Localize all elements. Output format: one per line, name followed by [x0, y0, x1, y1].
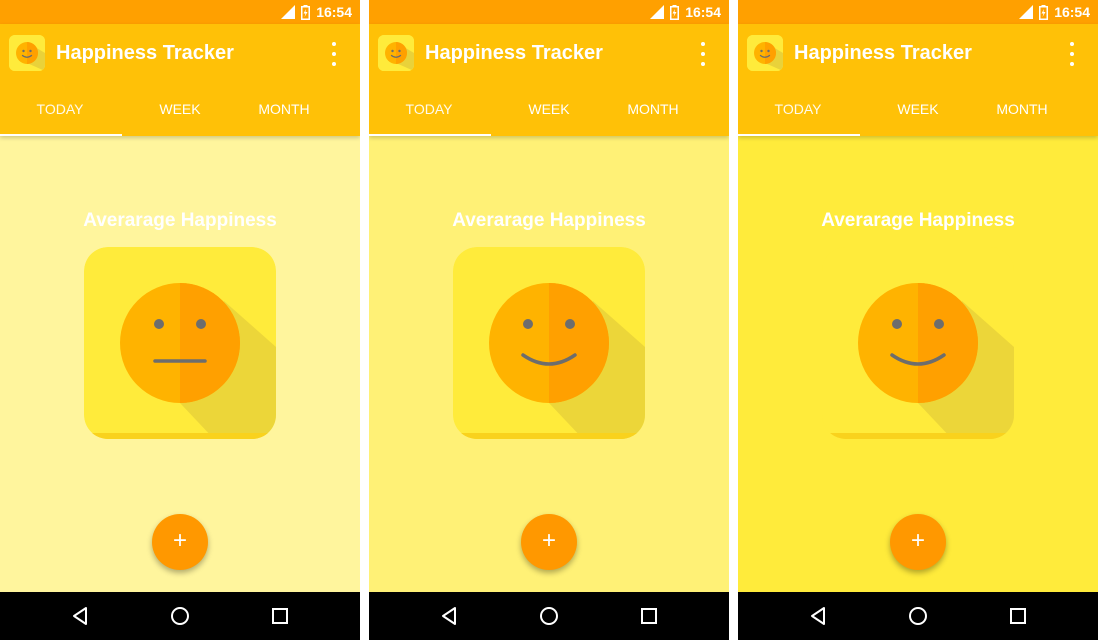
add-icon: +	[172, 527, 187, 554]
status-time: 16:54	[316, 4, 352, 20]
phone-screen-3: 16:54 Happiness Tracker TODAY WEEK MONTH	[738, 0, 1098, 640]
status-time: 16:54	[685, 4, 721, 20]
add-icon: +	[910, 527, 925, 554]
tab-bar: TODAY WEEK MONTH	[0, 86, 360, 136]
average-happiness-heading: Averarage Happiness	[83, 210, 277, 231]
recents-icon[interactable]	[268, 604, 292, 628]
more-vert-icon[interactable]	[1060, 40, 1084, 68]
more-vert-icon[interactable]	[322, 40, 346, 68]
phone-screen-1: 16:54 Happiness Tracker TODAY WEEK MONTH	[0, 0, 360, 640]
tab-indicator	[0, 134, 122, 136]
app-title: Happiness Tracker	[56, 42, 234, 64]
tab-indicator	[738, 134, 860, 136]
app-title: Happiness Tracker	[794, 42, 972, 64]
app-bar: Happiness Tracker TODAY WEEK MONTH	[369, 24, 729, 136]
status-time: 16:54	[1054, 4, 1090, 20]
app-logo-icon	[9, 35, 45, 71]
tab-today[interactable]: TODAY	[369, 86, 489, 136]
battery-charging-icon	[670, 4, 680, 20]
app-logo-icon	[747, 35, 783, 71]
app-bar: Happiness Tracker TODAY WEEK MONTH	[0, 24, 360, 136]
back-icon[interactable]	[437, 604, 461, 628]
mood-tile-happy	[822, 247, 1014, 439]
tab-week[interactable]: WEEK	[858, 86, 978, 136]
average-happiness-heading: Averarage Happiness	[452, 210, 646, 231]
tab-bar: TODAY WEEK MONTH	[369, 86, 729, 136]
app-logo-icon	[378, 35, 414, 71]
back-icon[interactable]	[806, 604, 830, 628]
system-nav-bar	[738, 592, 1098, 640]
recents-icon[interactable]	[1006, 604, 1030, 628]
signal-icon	[650, 5, 665, 19]
home-icon[interactable]	[537, 604, 561, 628]
back-icon[interactable]	[68, 604, 92, 628]
phone-screen-2: 16:54 Happiness Tracker TODAY WEEK MONTH	[369, 0, 729, 640]
signal-icon	[281, 5, 296, 19]
tab-week[interactable]: WEEK	[120, 86, 240, 136]
signal-icon	[1019, 5, 1034, 19]
home-icon[interactable]	[906, 604, 930, 628]
recents-icon[interactable]	[637, 604, 661, 628]
battery-charging-icon	[301, 4, 311, 20]
screens-container: 16:54 Happiness Tracker TODAY WEEK MONTH	[0, 0, 1098, 640]
add-mood-fab[interactable]: +	[521, 514, 577, 570]
tab-bar: TODAY WEEK MONTH	[738, 86, 1098, 136]
content-area: Averarage Happiness +	[0, 136, 360, 592]
tab-month[interactable]: MONTH	[962, 86, 1082, 136]
average-happiness-heading: Averarage Happiness	[821, 210, 1015, 231]
app-title: Happiness Tracker	[425, 42, 603, 64]
tab-today[interactable]: TODAY	[738, 86, 858, 136]
home-icon[interactable]	[168, 604, 192, 628]
tab-today[interactable]: TODAY	[0, 86, 120, 136]
mood-tile-happy	[453, 247, 645, 439]
more-vert-icon[interactable]	[691, 40, 715, 68]
app-bar: Happiness Tracker TODAY WEEK MONTH	[738, 24, 1098, 136]
content-area: Averarage Happiness +	[738, 136, 1098, 592]
tab-indicator	[369, 134, 491, 136]
add-icon: +	[541, 527, 556, 554]
add-mood-fab[interactable]: +	[890, 514, 946, 570]
tab-month[interactable]: MONTH	[224, 86, 344, 136]
tab-month[interactable]: MONTH	[593, 86, 713, 136]
tab-week[interactable]: WEEK	[489, 86, 609, 136]
system-nav-bar	[369, 592, 729, 640]
status-bar: 16:54	[0, 0, 360, 24]
status-bar: 16:54	[738, 0, 1098, 24]
battery-charging-icon	[1039, 4, 1049, 20]
mood-tile-neutral	[84, 247, 276, 439]
system-nav-bar	[0, 592, 360, 640]
content-area: Averarage Happiness +	[369, 136, 729, 592]
status-bar: 16:54	[369, 0, 729, 24]
add-mood-fab[interactable]: +	[152, 514, 208, 570]
